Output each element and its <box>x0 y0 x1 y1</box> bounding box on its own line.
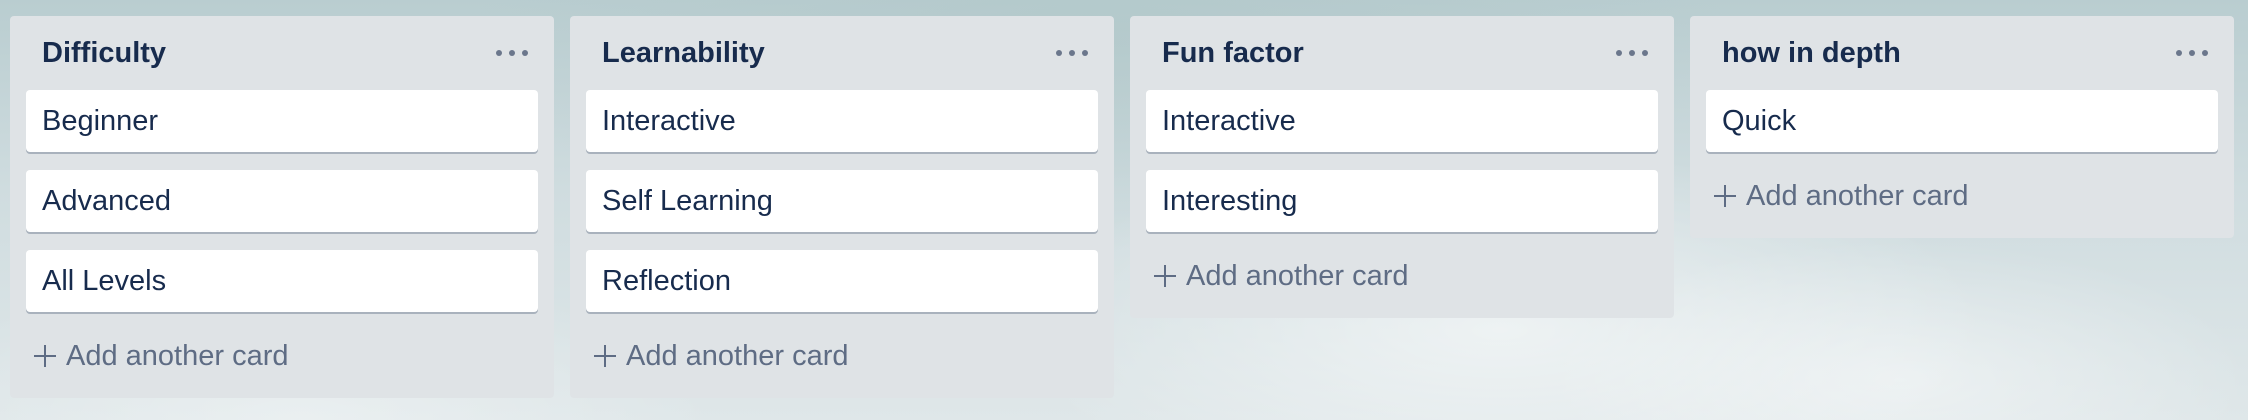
plus-icon <box>1154 265 1176 287</box>
more-horizontal-icon[interactable] <box>492 38 532 68</box>
plus-icon <box>34 345 56 367</box>
card[interactable]: Interesting <box>1146 170 1658 232</box>
list-title[interactable]: how in depth <box>1722 37 1901 70</box>
add-card-label: Add another card <box>1746 179 1969 212</box>
add-card-button[interactable]: Add another card <box>26 326 538 386</box>
list-header: how in depth <box>1706 16 2218 90</box>
add-card-label: Add another card <box>1186 259 1409 292</box>
list-title[interactable]: Difficulty <box>42 37 166 70</box>
card[interactable]: Self Learning <box>586 170 1098 232</box>
more-horizontal-icon[interactable] <box>1052 38 1092 68</box>
list-learnability: Learnability Interactive Self Learning R… <box>570 16 1114 398</box>
list-header: Learnability <box>586 16 1098 90</box>
plus-icon <box>1714 185 1736 207</box>
list-header: Difficulty <box>26 16 538 90</box>
list-fun-factor: Fun factor Interactive Interesting Add a… <box>1130 16 1674 318</box>
add-card-label: Add another card <box>626 339 849 372</box>
board: Difficulty Beginner Advanced All Levels … <box>10 16 2234 398</box>
card[interactable]: Reflection <box>586 250 1098 312</box>
card[interactable]: Interactive <box>1146 90 1658 152</box>
plus-icon <box>594 345 616 367</box>
add-card-label: Add another card <box>66 339 289 372</box>
more-horizontal-icon[interactable] <box>2172 38 2212 68</box>
card[interactable]: Interactive <box>586 90 1098 152</box>
card[interactable]: Quick <box>1706 90 2218 152</box>
card[interactable]: All Levels <box>26 250 538 312</box>
more-horizontal-icon[interactable] <box>1612 38 1652 68</box>
list-difficulty: Difficulty Beginner Advanced All Levels … <box>10 16 554 398</box>
list-header: Fun factor <box>1146 16 1658 90</box>
card[interactable]: Advanced <box>26 170 538 232</box>
list-title[interactable]: Fun factor <box>1162 37 1304 70</box>
add-card-button[interactable]: Add another card <box>1706 166 2218 226</box>
card[interactable]: Beginner <box>26 90 538 152</box>
list-how-in-depth: how in depth Quick Add another card <box>1690 16 2234 238</box>
add-card-button[interactable]: Add another card <box>586 326 1098 386</box>
list-title[interactable]: Learnability <box>602 37 765 70</box>
add-card-button[interactable]: Add another card <box>1146 246 1658 306</box>
